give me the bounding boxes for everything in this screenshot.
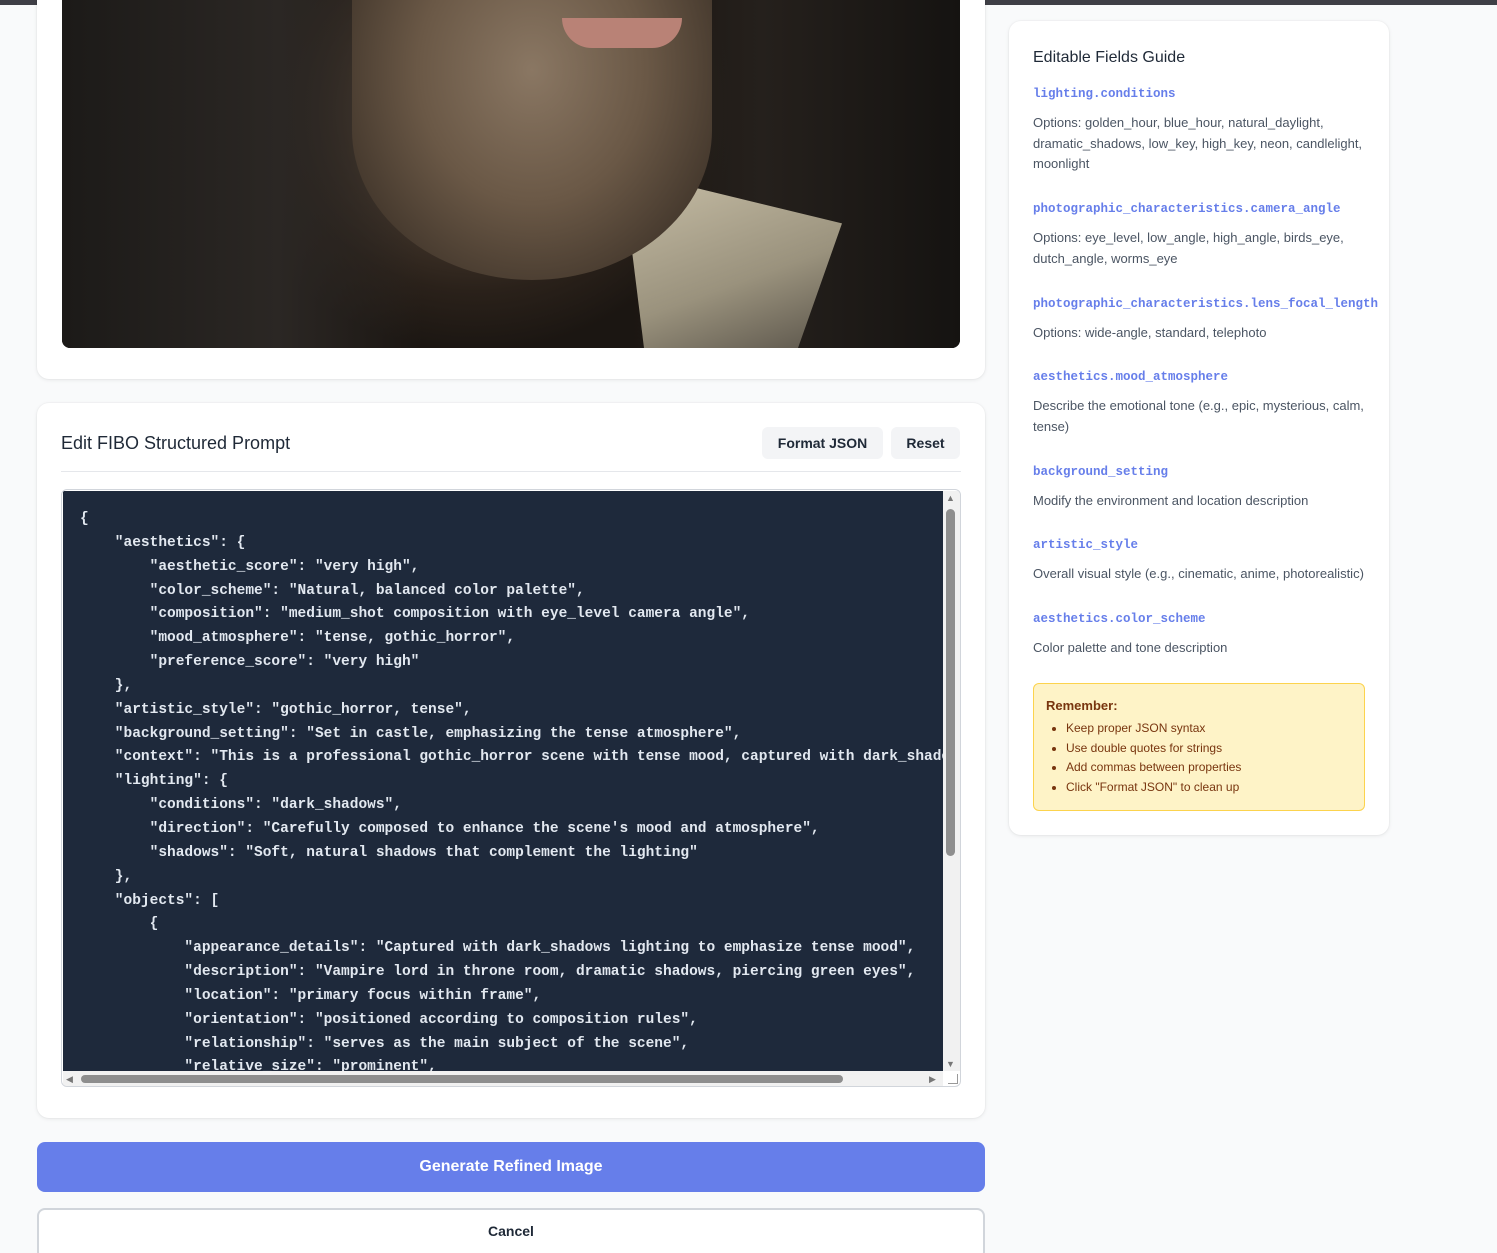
field-description: Color palette and tone description [1033,640,1228,655]
format-json-button[interactable]: Format JSON [762,427,883,459]
triangle-up-icon[interactable]: ▲ [946,493,955,503]
prompt-editor-card: Edit FIBO Structured Prompt Format JSON … [37,403,985,1118]
generated-image-card [37,0,985,379]
field-description: Options: eye_level, low_angle, high_angl… [1033,230,1344,266]
triangle-left-icon[interactable]: ◀ [66,1074,73,1084]
generate-refined-image-button[interactable]: Generate Refined Image [37,1142,985,1192]
generated-image [62,0,960,348]
field-description: Options: golden_hour, blue_hour, natural… [1033,115,1363,171]
guide-field: lighting.conditions Options: golden_hour… [1033,87,1369,175]
remember-item: Click "Format JSON" to clean up [1066,778,1352,798]
resize-handle-icon[interactable] [948,1074,958,1084]
field-key: photographic_characteristics.lens_focal_… [1033,297,1379,311]
editor-divider [61,471,961,472]
remember-list: Keep proper JSON syntax Use double quote… [1046,719,1352,797]
remember-item: Keep proper JSON syntax [1066,719,1352,739]
field-key: aesthetics.color_scheme [1033,612,1206,626]
guide-field: aesthetics.mood_atmosphere Describe the … [1033,370,1369,437]
editor-title: Edit FIBO Structured Prompt [61,433,291,453]
guide-field: background_setting Modify the environmen… [1033,465,1369,512]
field-key: aesthetics.mood_atmosphere [1033,370,1229,384]
triangle-down-icon[interactable]: ▼ [946,1059,955,1069]
field-key: photographic_characteristics.camera_angl… [1033,202,1341,216]
horizontal-scroll-thumb[interactable] [81,1075,843,1083]
triangle-right-icon[interactable]: ▶ [929,1074,936,1084]
field-description: Describe the emotional tone (e.g., epic,… [1033,398,1364,434]
remember-note: Remember: Keep proper JSON syntax Use do… [1033,683,1365,811]
field-key: artistic_style [1033,538,1139,552]
field-description: Options: wide-angle, standard, telephoto [1033,325,1267,340]
field-description: Overall visual style (e.g., cinematic, a… [1033,566,1364,581]
field-key: background_setting [1033,465,1169,479]
guide-field: photographic_characteristics.camera_angl… [1033,202,1369,269]
editable-fields-guide-card: Editable Fields Guide lighting.condition… [1009,21,1389,835]
json-textarea[interactable]: { "aesthetics": { "aesthetic_score": "ve… [61,489,961,1087]
json-code-area[interactable]: { "aesthetics": { "aesthetic_score": "ve… [63,491,943,1071]
reset-button[interactable]: Reset [891,427,960,459]
guide-field: artistic_style Overall visual style (e.g… [1033,538,1369,585]
remember-title: Remember: [1046,698,1118,713]
json-text[interactable]: { "aesthetics": { "aesthetic_score": "ve… [80,508,943,1071]
cancel-button[interactable]: Cancel [37,1208,985,1253]
field-description: Modify the environment and location desc… [1033,493,1309,508]
remember-item: Use double quotes for strings [1066,739,1352,759]
guide-field: photographic_characteristics.lens_focal_… [1033,297,1379,344]
guide-title: Editable Fields Guide [1033,49,1186,66]
remember-item: Add commas between properties [1066,758,1352,778]
guide-field: aesthetics.color_scheme Color palette an… [1033,612,1369,659]
vertical-scroll-thumb[interactable] [946,509,955,856]
field-key: lighting.conditions [1033,87,1176,101]
